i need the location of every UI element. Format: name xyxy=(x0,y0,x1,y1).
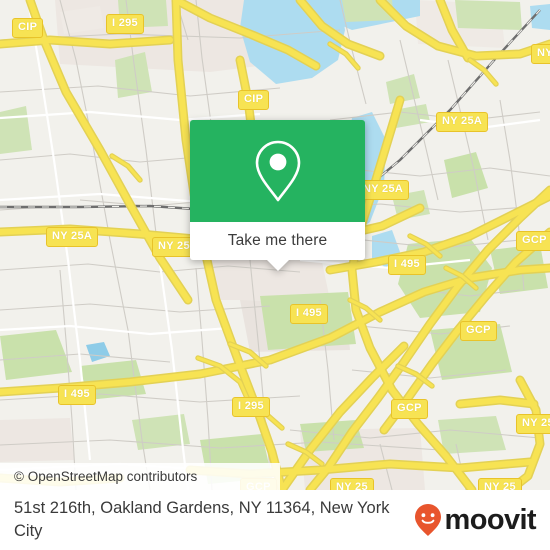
road-shield-gcp-3: GCP xyxy=(391,399,428,419)
road-shield-ny-cut: NY xyxy=(531,44,550,64)
map-screenshot: CIP I 295 CIP NY 25A NY NY 25A NY 25A NY… xyxy=(0,0,550,550)
road-shield-cip: CIP xyxy=(12,18,44,38)
road-shield-gcp-2: GCP xyxy=(460,321,497,341)
card-pointer-tail xyxy=(266,260,289,271)
map-pin-icon xyxy=(255,140,300,202)
road-shield-i495-3: I 495 xyxy=(58,385,96,405)
road-shield-ny25-2: NY 25 xyxy=(330,478,374,490)
card-icon-panel xyxy=(190,120,365,222)
road-shield-gcp: GCP xyxy=(516,231,550,251)
road-shield-ny25-3: NY 25 xyxy=(478,478,522,490)
road-shield-cip-2: CIP xyxy=(238,90,270,110)
map-canvas[interactable]: CIP I 295 CIP NY 25A NY NY 25A NY 25A NY… xyxy=(0,0,550,490)
address-text: 51st 216th, Oakland Gardens, NY 11364, N… xyxy=(14,499,390,540)
road-shield-i295-2: I 295 xyxy=(232,397,270,417)
osm-attribution-text: © OpenStreetMap contributors xyxy=(14,469,198,484)
road-shield-i295: I 295 xyxy=(106,14,144,34)
location-popup-card[interactable]: Take me there xyxy=(190,120,365,271)
road-shield-i495-2: I 495 xyxy=(290,304,328,324)
road-shield-ny25a-3: NY 25A xyxy=(46,227,99,247)
osm-attribution: © OpenStreetMap contributors xyxy=(0,463,280,490)
card-action-panel[interactable]: Take me there xyxy=(190,222,365,260)
moovit-pin-icon xyxy=(414,504,441,536)
moovit-wordmark: moovit xyxy=(444,503,537,536)
road-shield-i495: I 495 xyxy=(388,255,426,275)
road-shield-ny25a: NY 25A xyxy=(436,112,489,132)
moovit-logo[interactable]: moovit xyxy=(413,503,550,537)
footer-bar: 51st 216th, Oakland Gardens, NY 11364, N… xyxy=(0,490,550,550)
road-shield-ny25b: NY 25B xyxy=(516,414,550,434)
take-me-there-label: Take me there xyxy=(227,232,328,249)
